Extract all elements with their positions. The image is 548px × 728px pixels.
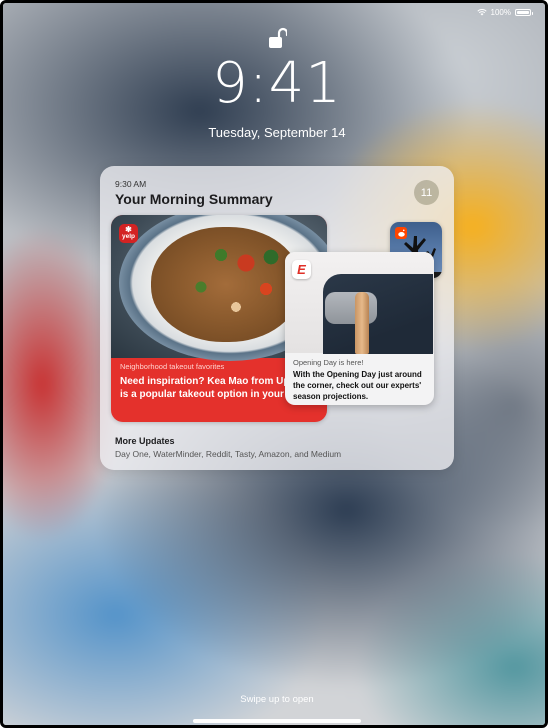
summary-time: 9:30 AM — [115, 179, 147, 189]
status-bar: 100% — [476, 8, 533, 17]
espn-text: Opening Day is here! With the Opening Da… — [293, 358, 426, 402]
wifi-icon — [476, 9, 487, 16]
clock-date: Tuesday, September 14 — [208, 125, 346, 140]
swipe-hint: Swipe up to open — [240, 694, 314, 705]
espn-notification-card[interactable]: E Opening Day is here! With the Opening … — [285, 252, 434, 405]
battery-icon — [515, 9, 533, 16]
notification-summary[interactable]: 9:30 AM Your Morning Summary 11 ✱ yelp N… — [100, 166, 454, 470]
battery-level-fill — [517, 11, 529, 14]
more-updates-apps: Day One, WaterMinder, Reddit, Tasty, Ama… — [115, 449, 342, 459]
espn-app-icon: E — [292, 260, 311, 279]
lock-screen: 100% 9:41 Tuesday, September 14 9:30 AM … — [0, 0, 548, 728]
home-indicator[interactable] — [193, 719, 361, 723]
unlocked-padlock-icon — [269, 27, 287, 48]
summary-title: Your Morning Summary — [115, 191, 273, 207]
yelp-app-label: yelp — [121, 233, 135, 241]
battery-percent: 100% — [490, 8, 511, 17]
clock-time: 9:41 — [212, 51, 342, 116]
noodle-dish-image — [151, 227, 301, 342]
batting-glove-image — [325, 292, 377, 324]
more-updates-title: More Updates — [115, 436, 175, 446]
yelp-app-icon: ✱ yelp — [119, 224, 138, 243]
notification-count-badge: 11 — [414, 180, 439, 205]
baseball-bat-image — [355, 292, 369, 354]
espn-body: With the Opening Day just around the cor… — [293, 370, 422, 401]
espn-eyebrow: Opening Day is here! — [293, 358, 364, 367]
